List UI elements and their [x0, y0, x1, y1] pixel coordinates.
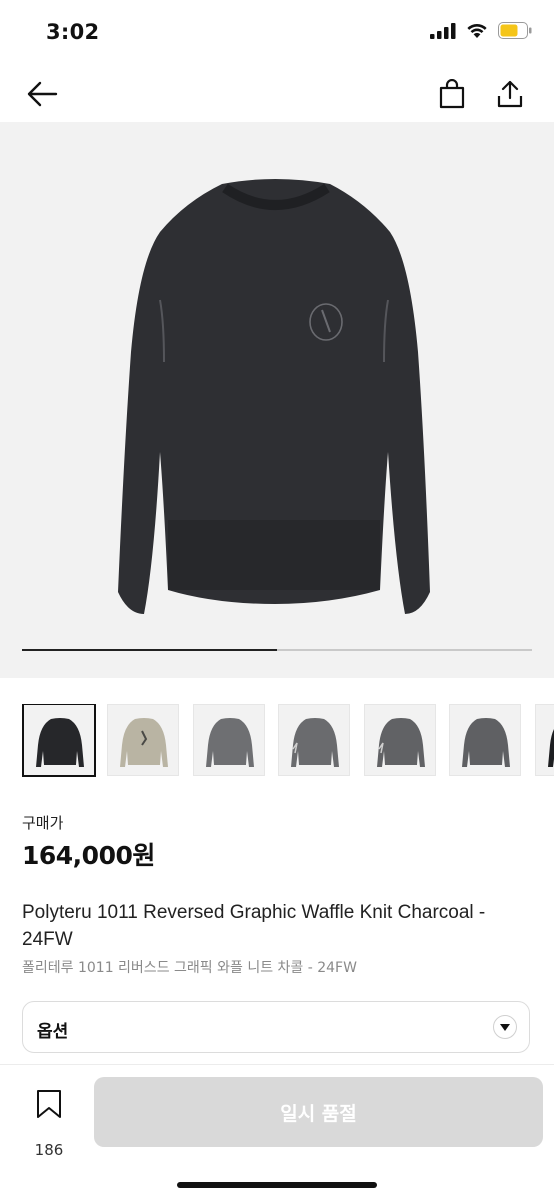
- gallery-progress-bar: [22, 649, 532, 651]
- thumbnail-1[interactable]: [22, 704, 96, 777]
- thumbnail-2[interactable]: [107, 704, 179, 776]
- option-select[interactable]: 옵션: [22, 1001, 530, 1053]
- share-button[interactable]: [490, 74, 530, 114]
- sweater-thumbnail-image: [206, 718, 254, 767]
- sweater-thumbnail-image: [120, 718, 168, 767]
- status-icons: [430, 22, 532, 39]
- bookmark-count: 186: [34, 1141, 64, 1159]
- home-indicator: [177, 1182, 377, 1188]
- product-title-english: Polyteru 1011 Reversed Graphic Waffle Kn…: [22, 902, 486, 950]
- option-label: 옵션: [37, 1022, 69, 1042]
- soldout-button[interactable]: 일시 품절: [94, 1077, 543, 1147]
- shopping-bag-icon: [439, 79, 465, 109]
- thumbnail-3[interactable]: [193, 704, 265, 776]
- sweater-thumbnail-image: [377, 718, 425, 767]
- thumbnail-strip: [22, 704, 554, 780]
- bookmark-icon: [37, 1090, 61, 1118]
- bottom-action-bar: 186 일시 품절: [0, 1064, 554, 1201]
- gallery-progress-fill: [22, 649, 277, 651]
- price-value: 164,000원: [22, 841, 155, 870]
- thumbnail-6[interactable]: [449, 704, 521, 776]
- wifi-icon: [467, 23, 487, 38]
- status-time: 3:02: [46, 20, 100, 44]
- cart-button[interactable]: [432, 74, 472, 114]
- top-navigation: [0, 66, 554, 122]
- share-icon: [497, 80, 523, 108]
- arrow-left-icon: [27, 81, 58, 107]
- sweater-thumbnail-image: [36, 718, 84, 767]
- status-bar: 3:02: [0, 0, 554, 66]
- product-title-korean: 폴리테루 1011 리버스드 그래픽 와플 니트 차콜 - 24FW: [22, 960, 357, 976]
- product-image-gallery[interactable]: [0, 122, 554, 678]
- sweater-thumbnail-image: [291, 718, 339, 767]
- sweater-thumbnail-image: [548, 729, 554, 767]
- bookmark-button[interactable]: 186: [24, 1087, 74, 1159]
- sweater-thumbnail-image: [462, 718, 510, 767]
- battery-icon: [498, 22, 532, 39]
- thumbnail-7[interactable]: [535, 704, 554, 776]
- price-label: 구매가: [22, 814, 64, 832]
- caret-down-icon: [493, 1015, 517, 1039]
- back-button[interactable]: [22, 74, 62, 114]
- thumbnail-5[interactable]: [364, 704, 436, 776]
- thumbnail-4[interactable]: [278, 704, 350, 776]
- cellular-signal-icon: [430, 22, 456, 39]
- sweater-image: [118, 179, 430, 614]
